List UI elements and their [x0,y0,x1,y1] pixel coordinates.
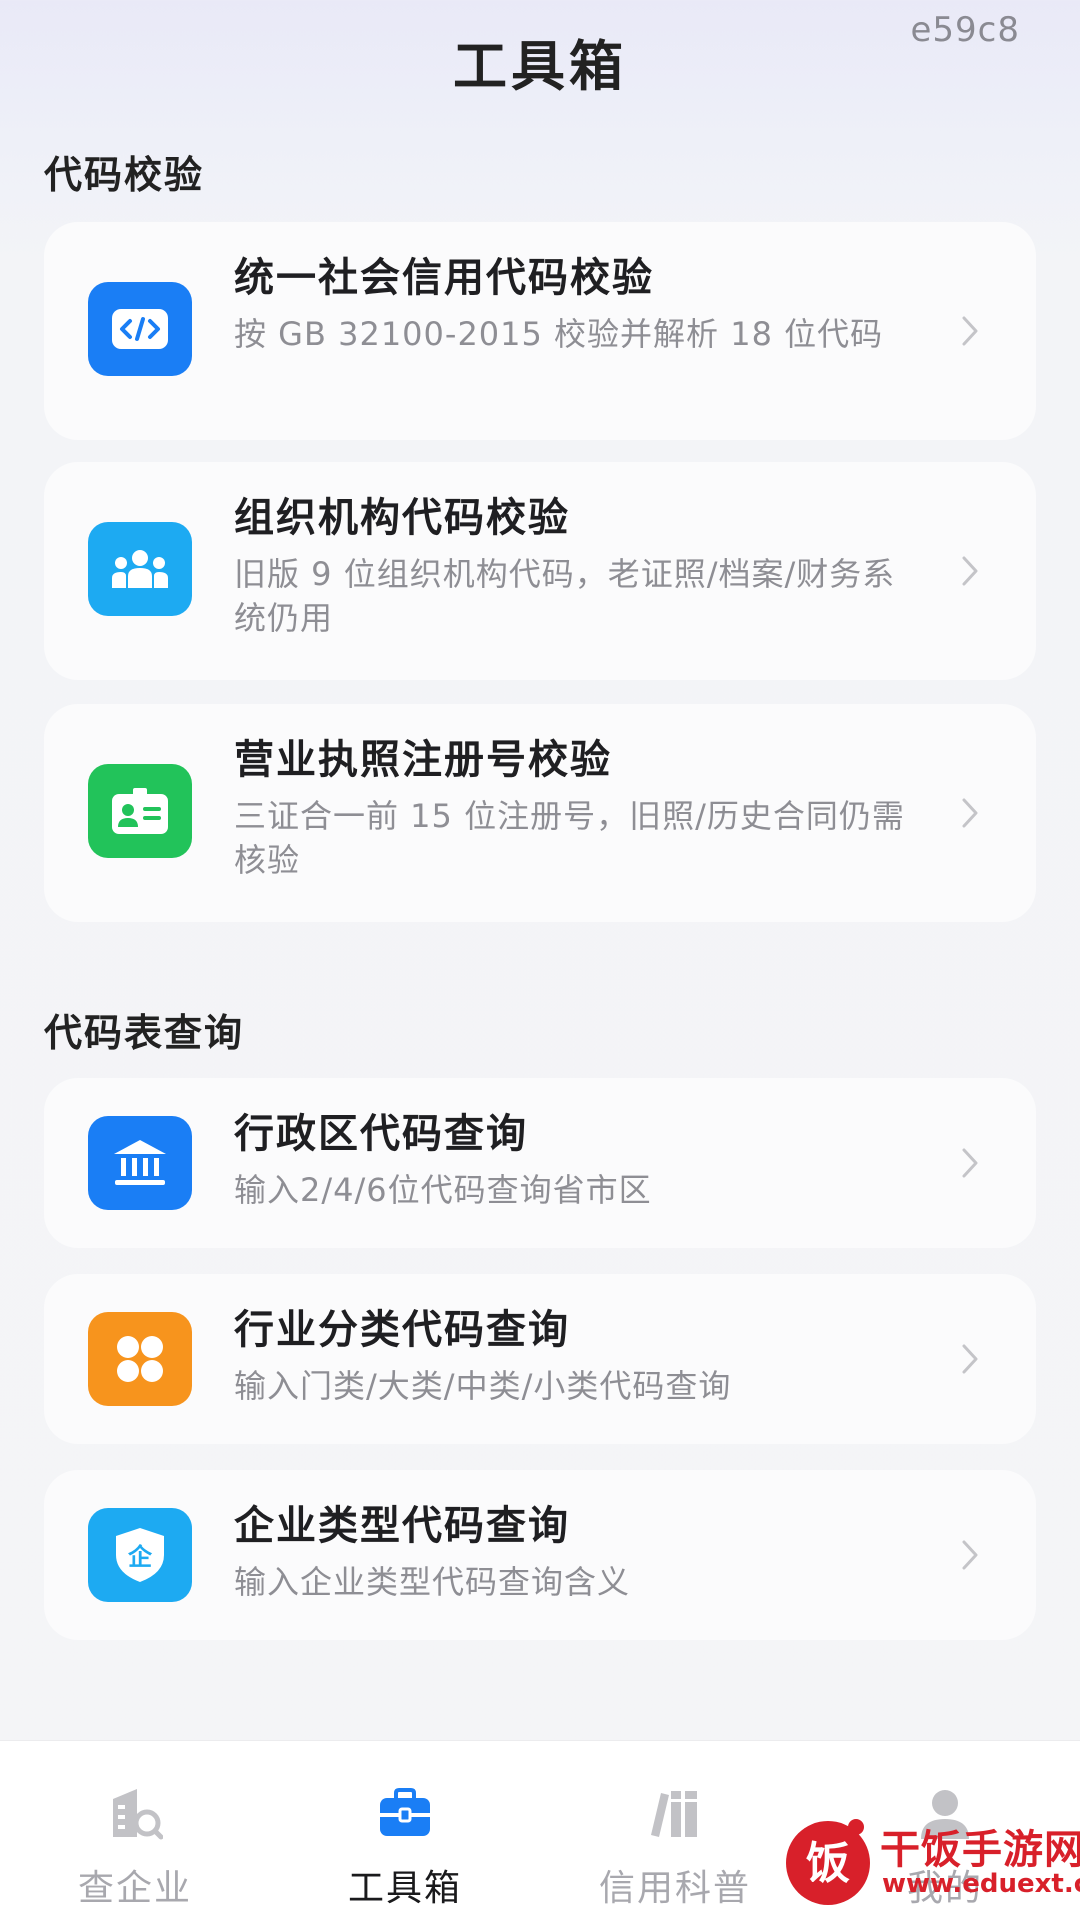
tool-card-desc: 输入企业类型代码查询含义 [234,1563,631,1601]
chevron-right-icon [962,556,978,586]
tool-card-title: 组织机构代码校验 [234,495,570,541]
chevron-right-icon [962,1344,978,1374]
tab-credit-knowledge[interactable]: 信用科普 [540,1741,810,1920]
government-icon [88,1116,192,1210]
tool-card-title: 营业执照注册号校验 [234,737,612,783]
bottom-tab-bar: 查企业 工具箱 信用科普 我的 饭 干饭手游网 www.eduext. [0,1740,1080,1920]
code-icon [88,282,192,376]
tool-card-desc: 输入门类/大类/中类/小类代码查询 [234,1367,732,1405]
tool-card-license-number[interactable]: 营业执照注册号校验 三证合一前 15 位注册号，旧照/历史合同仍需核验 [44,704,1036,922]
chevron-right-icon [962,316,978,346]
tool-card-industry-code[interactable]: 行业分类代码查询 输入门类/大类/中类/小类代码查询 [44,1274,1036,1444]
clover-icon [88,1312,192,1406]
tab-label: 信用科普 [598,1868,751,1909]
tool-card-desc: 按 GB 32100-2015 校验并解析 18 位代码 [234,315,884,353]
building-search-icon [105,1783,165,1843]
toolbox-icon [375,1783,435,1843]
tool-card-enterprise-type-code[interactable]: 企 企业类型代码查询 输入企业类型代码查询含义 [44,1470,1036,1640]
watermark-logo-char: 饭 [806,1838,850,1889]
tab-company-search[interactable]: 查企业 [0,1741,270,1920]
tool-card-desc: 输入2/4/6位代码查询省市区 [234,1171,652,1209]
chevron-right-icon [962,1540,978,1570]
tab-label: 查企业 [77,1868,192,1909]
section-title-code-check: 代码校验 [44,153,205,197]
tab-label: 工具箱 [347,1868,462,1909]
group-icon [88,522,192,616]
tool-card-title: 行业分类代码查询 [234,1307,570,1353]
watermark-name: 干饭手游网 [880,1827,1080,1873]
tool-card-desc: 旧版 9 位组织机构代码，老证照/档案/财务系统仍用 [234,555,896,637]
watermark-logo: 饭 [786,1819,870,1905]
tool-card-title: 行政区代码查询 [234,1111,528,1157]
watermark-url: www.eduext.com [882,1869,1080,1899]
tool-card-org-code[interactable]: 组织机构代码校验 旧版 9 位组织机构代码，老证照/档案/财务系统仍用 [44,462,1036,680]
tool-card-title: 统一社会信用代码校验 [234,255,654,301]
section-title-code-tables: 代码表查询 [44,1011,245,1055]
books-icon [645,1783,705,1843]
shield-icon: 企 [88,1508,192,1602]
shield-icon-text: 企 [128,1543,153,1571]
tool-card-desc: 三证合一前 15 位注册号，旧照/历史合同仍需核验 [234,797,905,879]
chevron-right-icon [962,1148,978,1178]
tool-card-credit-code[interactable]: 统一社会信用代码校验 按 GB 32100-2015 校验并解析 18 位代码 [44,222,1036,440]
chevron-right-icon [962,798,978,828]
tab-toolbox[interactable]: 工具箱 [270,1741,540,1920]
page-title: 工具箱 [453,35,627,98]
tool-card-title: 企业类型代码查询 [234,1503,570,1549]
id-card-icon [88,764,192,858]
site-watermark: 饭 干饭手游网 www.eduext.com [784,1809,1080,1913]
tool-card-region-code[interactable]: 行政区代码查询 输入2/4/6位代码查询省市区 [44,1078,1036,1248]
